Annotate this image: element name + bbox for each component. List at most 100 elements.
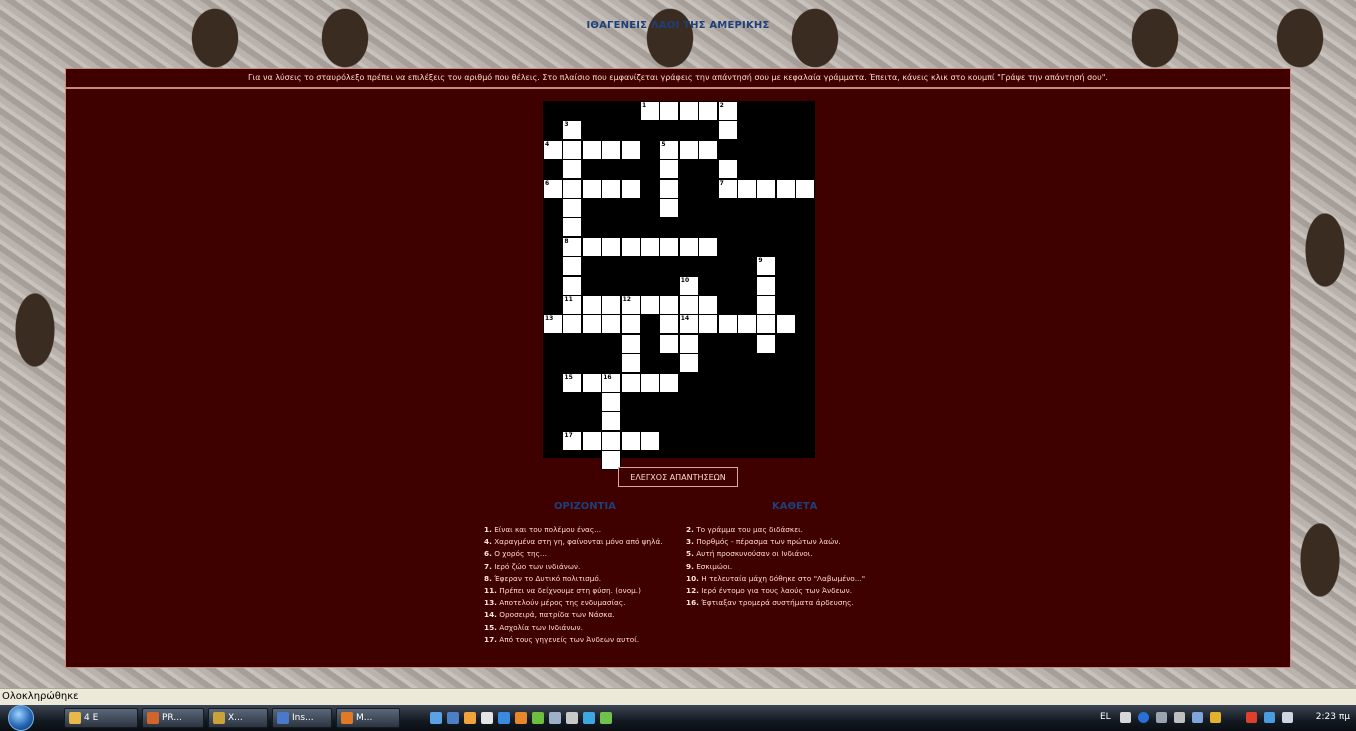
clue-text: Αποτελούν μέρος της ενδυμασίας. — [499, 598, 626, 608]
crossword-cell[interactable]: 16 — [601, 372, 622, 393]
taskbar-button-label: Ins... — [292, 713, 314, 723]
crossword-cell[interactable]: 11 — [562, 295, 583, 315]
crossword-cell[interactable]: 4 — [543, 139, 563, 160]
network-icon[interactable] — [1192, 712, 1203, 723]
crossword-cell — [659, 159, 680, 180]
across-clue: 11. Πρέπει να δείχνουμε στη φύση. (ονομ.… — [484, 586, 663, 598]
across-heading: ΟΡΙΖΟΝΤΙΑ — [554, 501, 616, 512]
crossword-cell — [601, 178, 622, 199]
crossword-cell[interactable]: 5 — [659, 139, 680, 160]
clue-number: 4. — [484, 537, 492, 547]
crossword-cell[interactable]: 8 — [562, 236, 583, 257]
crossword-cell[interactable]: 1 — [640, 101, 660, 121]
crossword-cell[interactable]: 14 — [678, 314, 699, 335]
quick-launch-icon[interactable] — [515, 712, 527, 724]
quick-launch-icon[interactable] — [481, 712, 493, 724]
monitor-icon[interactable] — [1264, 712, 1275, 723]
crossword-cell — [659, 295, 680, 315]
clue-number: 8. — [484, 573, 492, 583]
quick-launch-icon[interactable] — [583, 712, 595, 724]
status-text: Ολοκληρώθηκε — [2, 691, 79, 702]
check-answers-button[interactable]: ΕΛΕΓΧΟΣ ΑΠΑΝΤΗΣΕΩΝ — [618, 467, 738, 487]
across-clue: 17. Από τους γηγενείς των Άνδεων αυτοί. — [484, 635, 663, 647]
crossword-cell — [601, 295, 622, 315]
crossword-cell — [562, 139, 583, 160]
quick-launch-icon[interactable] — [447, 712, 459, 724]
shield-icon[interactable] — [1210, 712, 1221, 723]
crossword-cell — [678, 353, 699, 374]
across-clue: 4. Χαραγμένα στη γη, φαίνονται μόνο από … — [484, 537, 663, 549]
quick-launch-icon[interactable] — [549, 712, 561, 724]
taskbar-button-app-x[interactable]: X... — [208, 708, 268, 728]
clue-number: 13. — [484, 598, 497, 608]
cell-number: 13 — [545, 315, 554, 323]
taskbar-button-label: 4 E — [84, 713, 99, 723]
clue-number: 7. — [484, 561, 492, 571]
crossword-cell[interactable]: 10 — [678, 275, 699, 296]
crossword-cell — [659, 372, 680, 393]
quick-launch-icon[interactable] — [532, 712, 544, 724]
clue-text: Από τους γηγενείς των Άνδεων αυτοί. — [499, 634, 640, 644]
crossword-cell — [562, 275, 583, 296]
crossword-cell — [640, 372, 660, 393]
volume-icon[interactable] — [1282, 712, 1293, 723]
crossword-cell — [756, 275, 777, 296]
quick-launch-icon[interactable] — [430, 712, 442, 724]
crossword-cell — [659, 178, 680, 199]
cell-number: 7 — [719, 179, 724, 187]
taskbar-button-firefox-window[interactable]: M... — [336, 708, 400, 728]
crossword-cell — [737, 314, 757, 335]
crossword-cell[interactable]: 9 — [756, 256, 777, 277]
keyboard-icon[interactable] — [1120, 712, 1131, 723]
crossword-cell — [756, 333, 777, 354]
crossword-cell — [640, 430, 660, 451]
taskbar-button-instructions-app[interactable]: Ins... — [272, 708, 332, 728]
crossword-cell — [756, 295, 777, 315]
taskbar-button-explorer-group[interactable]: 4 E — [64, 708, 138, 728]
crossword-cell[interactable]: 12 — [620, 295, 641, 315]
quick-launch-icon[interactable] — [498, 712, 510, 724]
crossword-grid: 1 2 3 4 5 6 7 8 9 10 11 12 13 14 15 16 17 — [543, 101, 816, 471]
down-clue: 16. Έφτιαξαν τρομερά συστήματα άρδευσης. — [686, 598, 865, 610]
crossword-cell[interactable]: 3 — [562, 120, 583, 141]
crossword-cell — [562, 178, 583, 199]
clue-text: Ο χορός της... — [494, 549, 547, 559]
clue-text: Πρέπει να δείχνουμε στη φύση. (ονομ.) — [499, 585, 641, 595]
taskbar-button-label: M... — [356, 713, 373, 723]
crossword-cell — [659, 101, 680, 121]
tray-collapse-icon[interactable] — [1174, 712, 1185, 723]
clue-text: Είναι και του πολέμου ένας... — [494, 525, 602, 534]
clue-number: 2. — [686, 525, 694, 534]
start-button[interactable] — [8, 705, 34, 731]
crossword-cell — [678, 139, 699, 160]
tray-options-icon[interactable] — [1156, 712, 1167, 723]
cell-number: 2 — [719, 102, 724, 109]
app-icon — [147, 712, 159, 724]
crossword-cell — [562, 217, 583, 238]
help-icon[interactable] — [1138, 712, 1149, 723]
crossword-cell — [581, 430, 602, 451]
crossword-cell — [698, 139, 719, 160]
crossword-cell — [717, 314, 738, 335]
crossword-cell[interactable]: 2 — [717, 101, 738, 121]
crossword-cell[interactable]: 15 — [562, 372, 583, 393]
clue-number: 1. — [484, 525, 492, 534]
crossword-cell — [678, 236, 699, 257]
taskbar-button-powerpoint[interactable]: PR... — [142, 708, 204, 728]
crossword-cell — [737, 178, 757, 199]
cell-number: 6 — [545, 179, 550, 187]
crossword-cell — [659, 314, 680, 335]
antivirus-icon[interactable] — [1246, 712, 1257, 723]
quick-launch-icon[interactable] — [464, 712, 476, 724]
language-indicator[interactable]: EL — [1100, 712, 1111, 722]
quick-launch-icon[interactable] — [600, 712, 612, 724]
crossword-cell — [775, 178, 796, 199]
crossword-cell[interactable]: 17 — [562, 430, 583, 451]
crossword-cell[interactable]: 6 — [543, 178, 563, 199]
crossword-cell[interactable]: 7 — [717, 178, 738, 199]
clock[interactable]: 2:23 πμ — [1316, 712, 1350, 722]
cell-number: 15 — [564, 373, 573, 381]
crossword-cell[interactable]: 13 — [543, 314, 563, 335]
clue-number: 17. — [484, 634, 497, 644]
quick-launch-icon[interactable] — [566, 712, 578, 724]
